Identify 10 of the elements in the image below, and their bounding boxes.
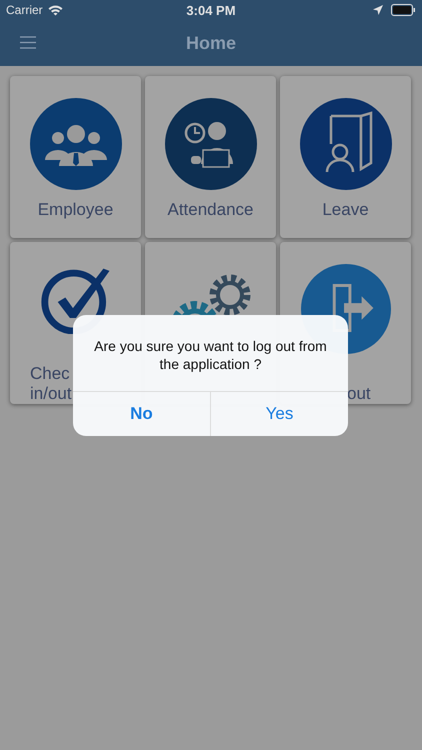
tile-label: in/out — [30, 384, 72, 404]
tile-label: Leave — [322, 200, 369, 220]
tile-label: Employee — [38, 200, 114, 220]
tile-label: Attendance — [167, 200, 254, 220]
tile-label: out — [347, 384, 371, 404]
clock-time: 3:04 PM — [186, 2, 236, 18]
nav-title: Home — [186, 32, 236, 54]
alert-message: Are you sure you want to log out from the application ? — [93, 337, 328, 374]
carrier-name: Carrier — [6, 3, 43, 17]
tile-label: Chec — [30, 364, 70, 384]
